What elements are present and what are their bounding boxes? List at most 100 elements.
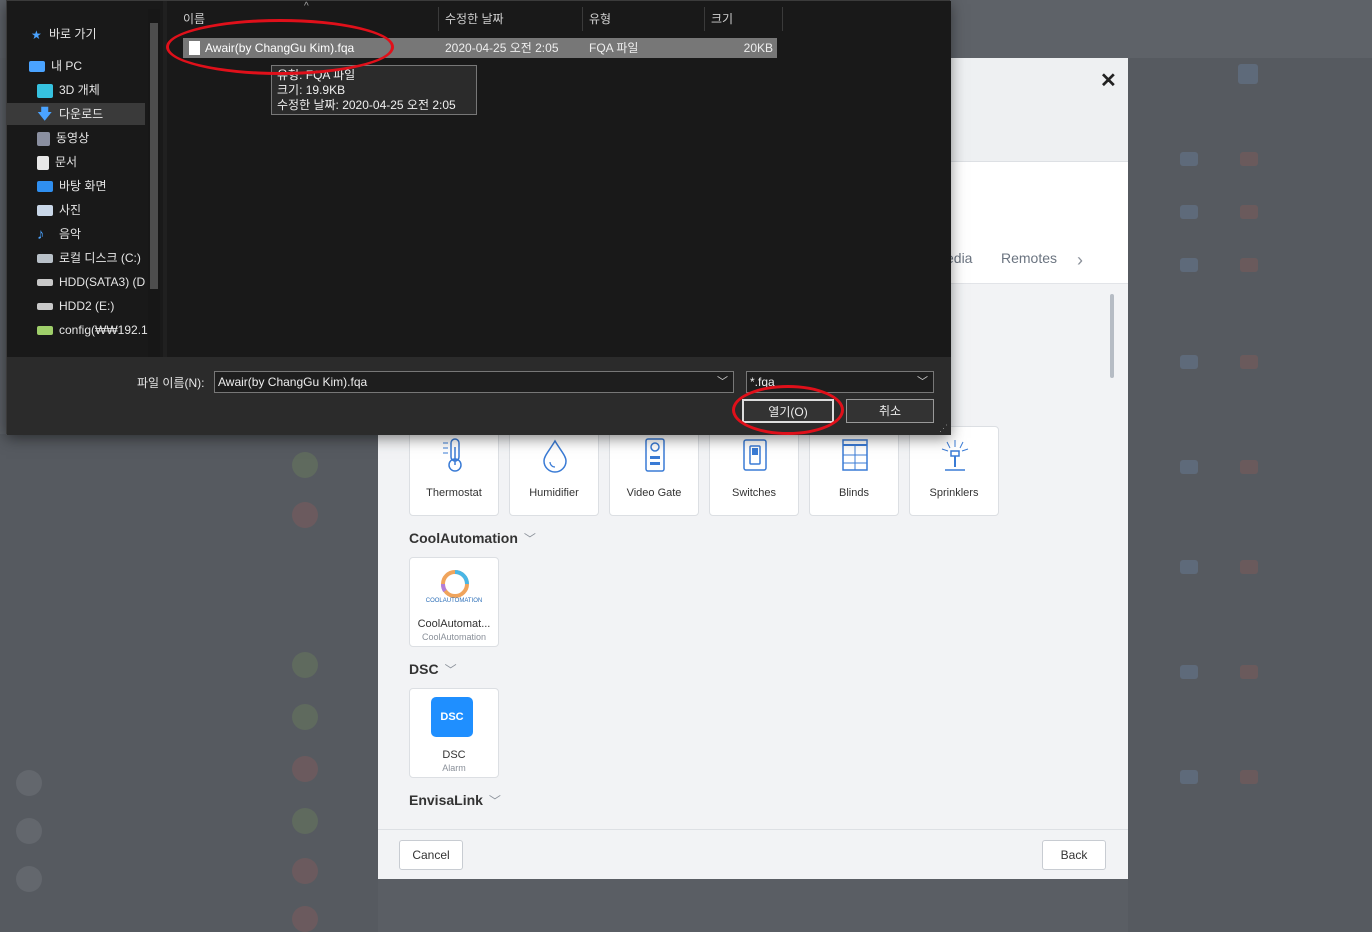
nav-item-music[interactable]: ♪ 음악 (37, 223, 163, 245)
chevron-down-icon: ﹀ (444, 663, 457, 677)
device-card-label: Video Gate (626, 487, 682, 499)
background-sidebar-icon (16, 770, 42, 796)
tab-remotes[interactable]: Remotes (1001, 250, 1057, 266)
nav-item-pictures[interactable]: 사진 (37, 199, 163, 221)
device-card-sprinklers[interactable]: Sprinklers (909, 426, 999, 516)
background-device-icon (292, 452, 318, 478)
nav-item-desktop[interactable]: 바탕 화면 (37, 175, 163, 197)
device-card-coolautomation[interactable]: COOLAUTOMATION CoolAutomat... CoolAutoma… (409, 557, 499, 647)
drive-icon (37, 279, 53, 287)
background-device-icon (292, 704, 318, 730)
nav-item-label: HDD(SATA3) (D (59, 275, 146, 289)
humidifier-drop-icon (543, 439, 567, 473)
nav-item-hdd2[interactable]: HDD2 (E:) (37, 295, 163, 317)
background-device-icon (292, 808, 318, 834)
background-device-icon (292, 906, 318, 932)
nav-item-label: 로컬 디스크 (C:) (59, 251, 141, 265)
background-row-icon (1240, 560, 1258, 574)
scrollbar[interactable] (1110, 294, 1114, 378)
drive-icon (37, 303, 53, 311)
filename-label: 파일 이름(N): (137, 376, 205, 390)
background-row-icon (1240, 355, 1258, 369)
background-device-icon (292, 858, 318, 884)
background-sidebar-icon (16, 818, 42, 844)
section-envisalink[interactable]: EnvisaLink ﹀ (409, 792, 501, 809)
nav-item-label: HDD2 (E:) (59, 299, 115, 313)
nav-item-label: 사진 (59, 203, 82, 217)
blinds-icon (842, 439, 868, 471)
scrollbar-thumb[interactable] (150, 23, 158, 289)
device-card-blinds[interactable]: Blinds (809, 426, 899, 516)
device-card-sublabel: CoolAutomation (421, 632, 487, 642)
cube-icon (37, 83, 53, 98)
chevron-right-icon[interactable]: › (1077, 250, 1083, 271)
device-card-label: Blinds (839, 487, 869, 499)
background-device-icon (292, 652, 318, 678)
navigation-scrollbar[interactable] (148, 9, 160, 357)
file-type: FQA 파일 (589, 41, 639, 55)
background-row-icon (1240, 770, 1258, 784)
background-footer (378, 879, 1128, 932)
nav-item-this-pc[interactable]: 내 PC (29, 55, 163, 77)
switch-icon (743, 439, 767, 471)
nav-item-documents[interactable]: 문서 (37, 151, 163, 173)
network-drive-icon (37, 326, 53, 336)
computer-icon (29, 61, 45, 73)
nav-item-hdd-sata3[interactable]: HDD(SATA3) (D (37, 271, 163, 293)
modal-footer: Cancel Back (378, 829, 1128, 879)
local-disk-icon (37, 254, 53, 264)
close-icon[interactable]: ✕ (1100, 68, 1117, 93)
background-row-icon (1240, 460, 1258, 474)
device-card-thermostat[interactable]: Thermostat (409, 426, 499, 516)
device-card-label: DSC (442, 749, 466, 761)
annotation-circle-file (166, 19, 394, 75)
coolautomation-logo-icon (441, 570, 469, 598)
device-card-label: CoolAutomat... (417, 618, 491, 630)
back-button[interactable]: Back (1042, 840, 1106, 870)
nav-item-quick-access[interactable]: ★ 바로 가기 (31, 23, 163, 45)
nav-item-label: 문서 (55, 155, 78, 169)
background-row-icon (1180, 460, 1198, 474)
cancel-button[interactable]: Cancel (399, 840, 463, 870)
section-coolautomation[interactable]: CoolAutomation ﹀ (409, 530, 536, 547)
nav-item-videos[interactable]: 동영상 (37, 127, 163, 149)
dialog-cancel-button[interactable]: 취소 (846, 399, 934, 423)
device-card-humidifier[interactable]: Humidifier (509, 426, 599, 516)
column-header-modified[interactable]: 수정한 날짜 (439, 7, 583, 31)
section-title: CoolAutomation (409, 530, 518, 546)
background-row-icon (1180, 560, 1198, 574)
nav-item-label: config(₩₩192.1 (59, 323, 148, 337)
chevron-down-icon[interactable]: ﹀ (717, 372, 728, 392)
device-card-sublabel: Alarm (442, 763, 466, 773)
device-card-dsc[interactable]: DSC DSC Alarm (409, 688, 499, 778)
background-row-icon (1240, 665, 1258, 679)
background-row-icon (1180, 665, 1198, 679)
background-device-icon (292, 756, 318, 782)
nav-item-local-disk[interactable]: 로컬 디스크 (C:) (37, 247, 163, 269)
sprinkler-icon (941, 440, 969, 471)
dsc-logo-icon: DSC (431, 697, 473, 737)
chevron-down-icon[interactable]: ﹀ (917, 372, 928, 392)
column-header-type[interactable]: 유형 (583, 7, 705, 31)
background-row-icon (1240, 205, 1258, 219)
background-row-icon (1240, 152, 1258, 166)
column-header-size[interactable]: 크기 (705, 7, 783, 31)
background-sidebar (0, 434, 378, 932)
nav-item-label: 다운로드 (59, 107, 104, 121)
nav-item-label: 3D 개체 (59, 83, 100, 97)
nav-item-downloads[interactable]: 🡇 다운로드 (7, 103, 145, 125)
background-device-list (1128, 58, 1372, 932)
video-icon (37, 131, 50, 146)
section-dsc[interactable]: DSC ﹀ (409, 661, 457, 678)
nav-item-3d-objects[interactable]: 3D 개체 (37, 79, 163, 101)
resize-grip-icon[interactable]: ⋰ (939, 423, 948, 434)
nav-item-network-config[interactable]: config(₩₩192.1 (37, 319, 163, 341)
device-card-label: Humidifier (529, 487, 579, 499)
filename-value: Awair(by ChangGu Kim).fqa (218, 375, 368, 389)
device-card-video-gate[interactable]: Video Gate (609, 426, 699, 516)
device-card-switches[interactable]: Switches (709, 426, 799, 516)
picture-icon (37, 205, 53, 217)
device-card-label: Sprinklers (929, 487, 979, 499)
tooltip-size: 크기: 19.9KB (277, 83, 346, 97)
filename-input[interactable]: Awair(by ChangGu Kim).fqa ﹀ (214, 371, 734, 393)
